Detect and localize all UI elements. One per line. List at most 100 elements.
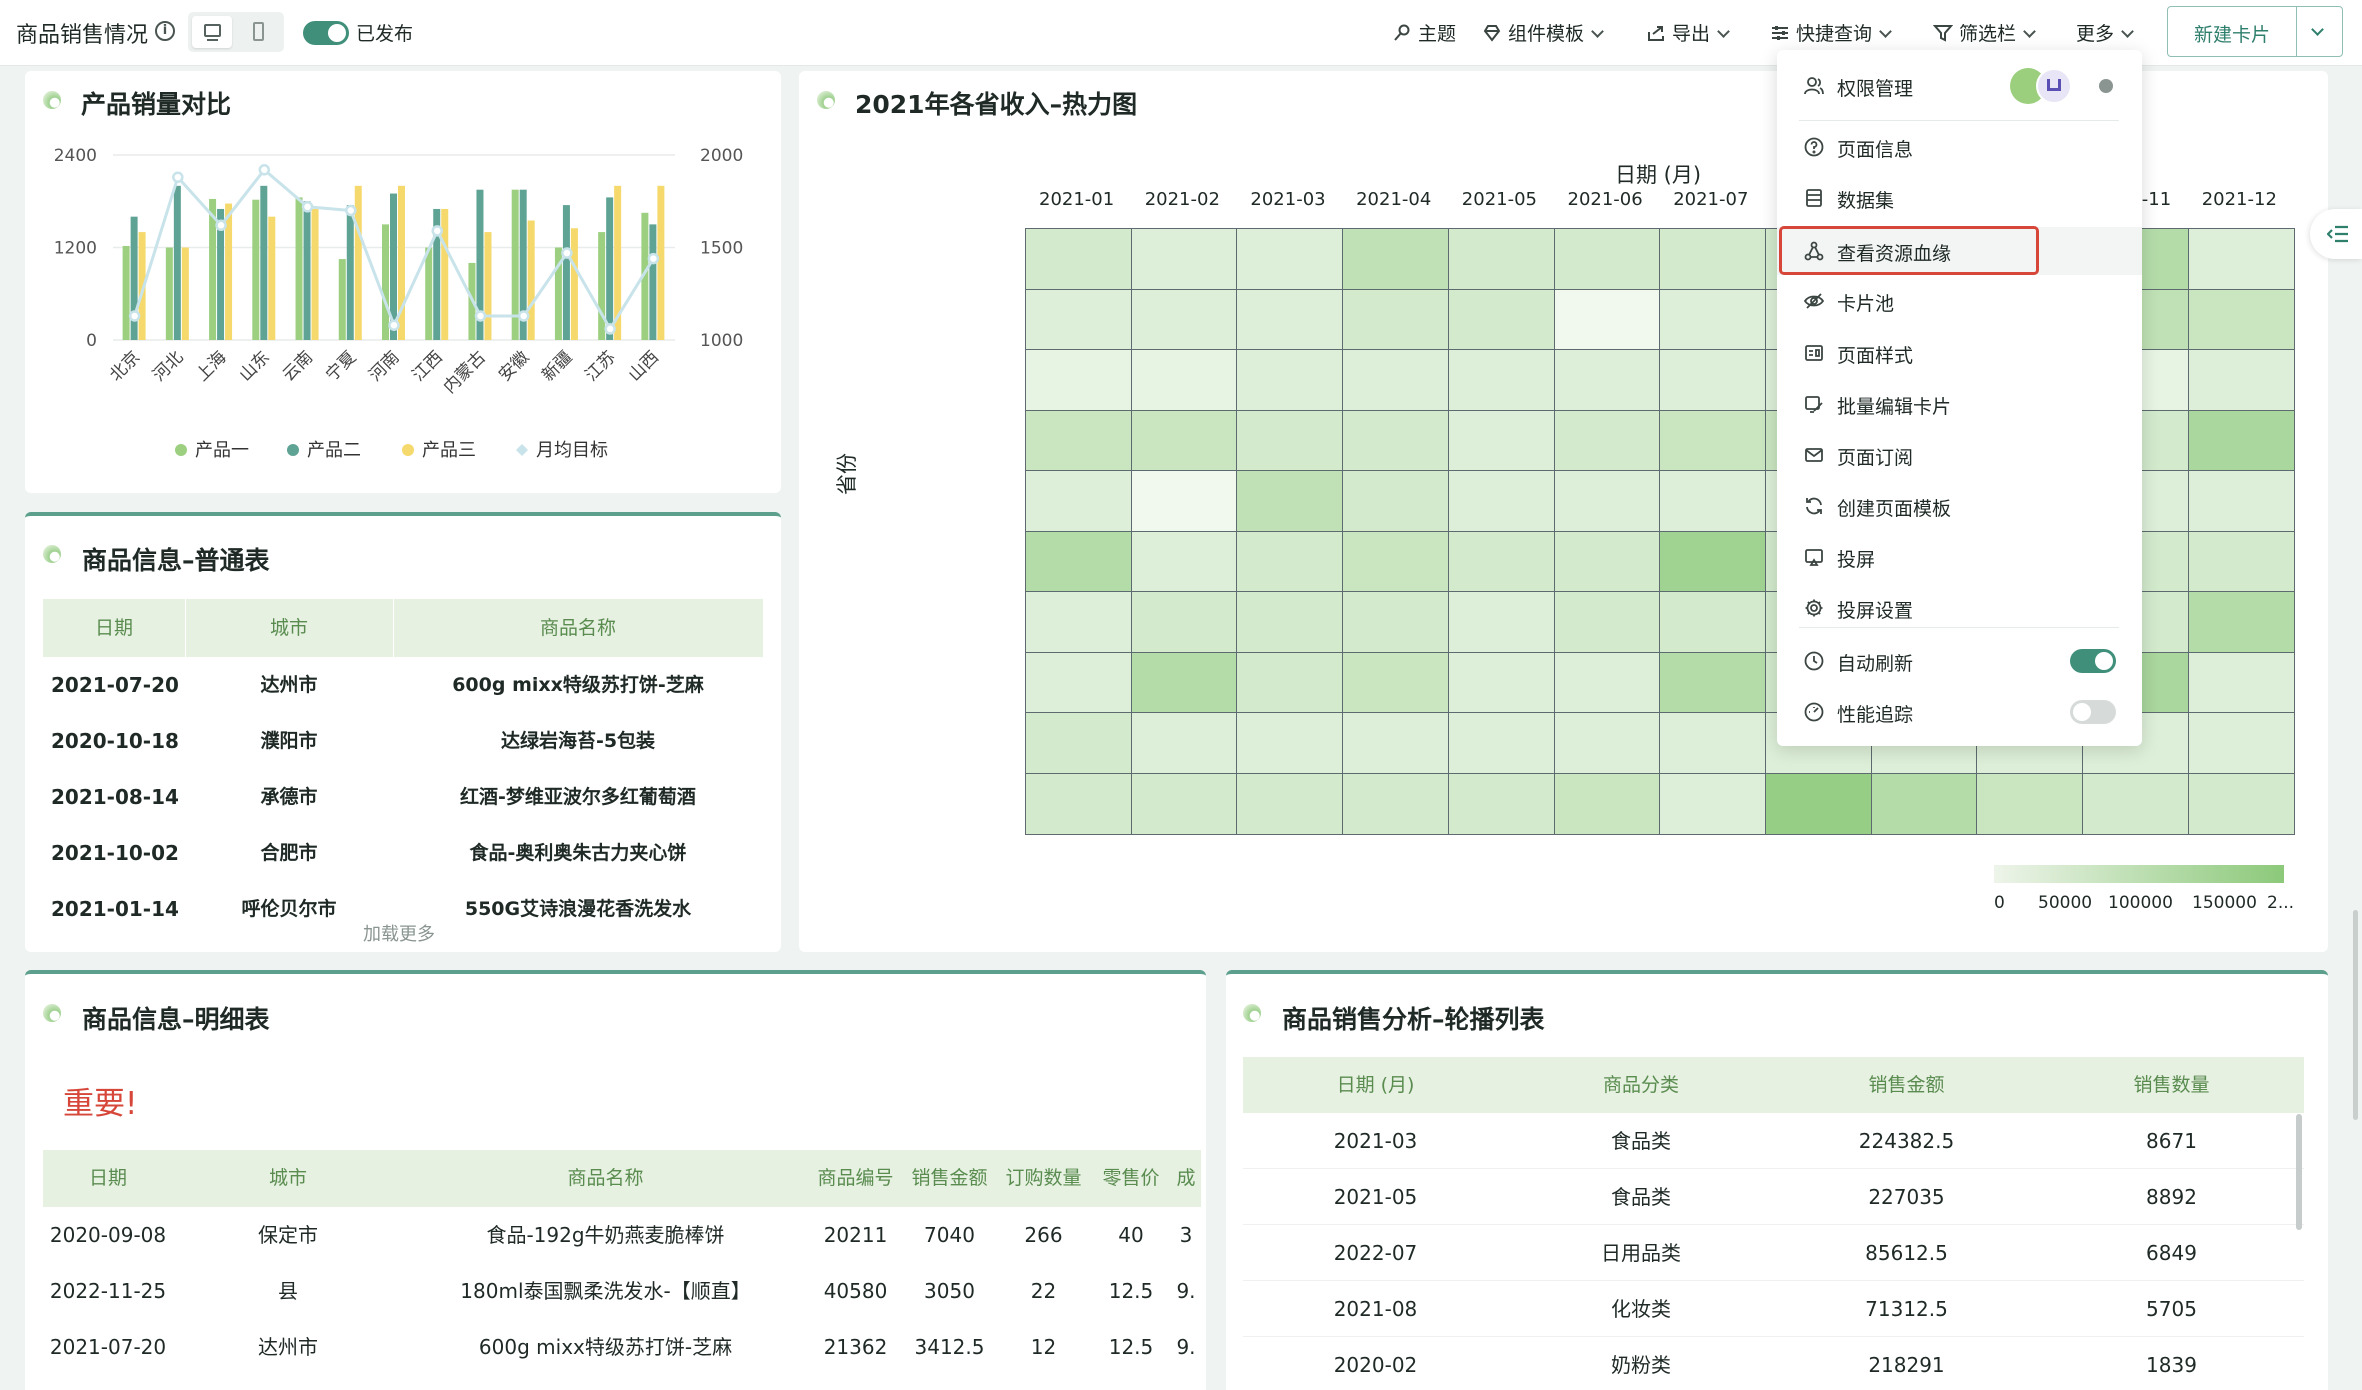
heatmap-cell[interactable] xyxy=(1025,773,1132,835)
menu-item-4[interactable]: 卡片池 xyxy=(1777,277,2142,325)
heatmap-cell[interactable] xyxy=(1025,289,1132,351)
heatmap-cell[interactable] xyxy=(1342,228,1449,290)
heatmap-cell[interactable] xyxy=(1236,410,1343,472)
menu-item-6[interactable]: 批量编辑卡片 xyxy=(1777,380,2142,428)
heatmap-cell[interactable] xyxy=(1448,591,1555,653)
bar-产品二[interactable] xyxy=(606,197,614,340)
heatmap-cell[interactable] xyxy=(1659,410,1766,472)
heatmap-cell[interactable] xyxy=(2188,470,2295,532)
info-icon[interactable]: i xyxy=(155,21,175,41)
line-point[interactable] xyxy=(604,323,616,335)
column-header[interactable]: 成 xyxy=(1171,1150,1201,1207)
column-header[interactable]: 商品名称 xyxy=(393,599,763,657)
menu-toggle[interactable] xyxy=(2070,649,2116,673)
bar-产品二[interactable] xyxy=(346,205,354,340)
bar-产品三[interactable] xyxy=(268,216,276,340)
heatmap-cell[interactable] xyxy=(1448,531,1555,593)
bar-产品三[interactable] xyxy=(527,220,535,340)
heatmap-cell[interactable] xyxy=(1342,773,1449,835)
heatmap-cell[interactable] xyxy=(1659,712,1766,774)
bar-产品一[interactable] xyxy=(338,259,346,340)
legend-label[interactable]: 产品一 xyxy=(195,440,249,461)
heatmap-cell[interactable] xyxy=(2188,773,2295,835)
heatmap-cell[interactable] xyxy=(1236,289,1343,351)
table-row[interactable]: 2020-10-18 濮阳市 达绿岩海苔-5包装 xyxy=(43,713,763,769)
heatmap-cell[interactable] xyxy=(1448,349,1555,411)
column-header[interactable]: 商品编号 xyxy=(808,1150,903,1207)
heatmap-cell[interactable] xyxy=(2188,591,2295,653)
line-point[interactable] xyxy=(128,310,141,322)
heatmap-cell[interactable] xyxy=(2188,289,2295,351)
heatmap-cell[interactable] xyxy=(1342,470,1449,532)
bar-产品一[interactable] xyxy=(165,247,173,341)
column-header[interactable]: 订购数量 xyxy=(996,1150,1091,1207)
menu-item-1[interactable]: 页面信息 xyxy=(1777,123,2142,171)
desktop-view-button[interactable] xyxy=(192,16,232,48)
bar-产品一[interactable] xyxy=(598,232,606,340)
heatmap-cell[interactable] xyxy=(1554,410,1661,472)
heatmap-cell[interactable] xyxy=(2188,712,2295,774)
heatmap-cell[interactable] xyxy=(1236,652,1343,714)
more-button[interactable]: 更多 xyxy=(2076,19,2134,46)
line-point[interactable] xyxy=(474,310,487,322)
heatmap-cell[interactable] xyxy=(1554,591,1661,653)
heatmap-cell[interactable] xyxy=(1342,591,1449,653)
menu-item-11[interactable]: 自动刷新 xyxy=(1777,637,2142,685)
heatmap-cell[interactable] xyxy=(1765,773,1872,835)
heatmap-cell[interactable] xyxy=(1131,712,1238,774)
heatmap-cell[interactable] xyxy=(1659,228,1766,290)
menu-item-8[interactable]: 创建页面模板 xyxy=(1777,482,2142,530)
filter-bar-button[interactable]: 筛选栏 xyxy=(1933,19,2036,46)
heatmap-cell[interactable] xyxy=(1025,591,1132,653)
column-header[interactable]: 销售金额 xyxy=(1774,1057,2039,1113)
heatmap-cell[interactable] xyxy=(1659,470,1766,532)
heatmap-cell[interactable] xyxy=(1554,531,1661,593)
page-scrollbar[interactable] xyxy=(2353,910,2358,1120)
bar-产品二[interactable] xyxy=(649,224,657,340)
column-header[interactable]: 商品分类 xyxy=(1508,1057,1774,1113)
legend-label[interactable]: 产品三 xyxy=(422,440,476,461)
heatmap-cell[interactable] xyxy=(1871,773,1978,835)
heatmap-cell[interactable] xyxy=(1236,349,1343,411)
heatmap-cell[interactable] xyxy=(2188,652,2295,714)
heatmap-cell[interactable] xyxy=(1448,289,1555,351)
bar-产品三[interactable] xyxy=(311,208,319,340)
menu-item-12[interactable]: 性能追踪 xyxy=(1777,688,2142,736)
table-row[interactable]: 2022-07 日用品类 85612.5 6849 xyxy=(1243,1225,2304,1281)
heatmap-cell[interactable] xyxy=(2188,410,2295,472)
heatmap-cell[interactable] xyxy=(1554,228,1661,290)
bar-产品三[interactable] xyxy=(484,232,492,340)
line-point[interactable] xyxy=(258,164,271,176)
bar-产品一[interactable] xyxy=(425,247,433,341)
heatmap-cell[interactable] xyxy=(1976,773,2083,835)
line-point[interactable] xyxy=(431,225,443,237)
heatmap-cell[interactable] xyxy=(2082,773,2189,835)
heatmap-cell[interactable] xyxy=(1131,531,1238,593)
heatmap-cell[interactable] xyxy=(1554,712,1661,774)
heatmap-cell[interactable] xyxy=(1554,349,1661,411)
heatmap-cell[interactable] xyxy=(1131,470,1238,532)
bar-产品三[interactable] xyxy=(570,228,578,340)
heatmap-cell[interactable] xyxy=(1025,712,1132,774)
publish-toggle[interactable] xyxy=(303,21,349,45)
table-row[interactable]: 2021-07-20 达州市 600g mixx特级苏打饼-芝麻 xyxy=(43,657,763,713)
heatmap-cell[interactable] xyxy=(2188,531,2295,593)
heatmap-cell[interactable] xyxy=(1448,410,1555,472)
bar-产品一[interactable] xyxy=(295,197,303,340)
heatmap-cell[interactable] xyxy=(1131,289,1238,351)
column-header[interactable]: 零售价 xyxy=(1091,1150,1171,1207)
column-header[interactable]: 城市 xyxy=(185,599,393,657)
table-row[interactable]: 2021-08-14 承德市 红酒-梦维亚波尔多红葡萄酒 xyxy=(43,769,763,825)
bar-产品一[interactable] xyxy=(382,224,389,340)
heatmap-cell[interactable] xyxy=(1659,289,1766,351)
line-point[interactable] xyxy=(561,247,573,259)
heatmap-cell[interactable] xyxy=(1236,712,1343,774)
heatmap-cell[interactable] xyxy=(2188,349,2295,411)
line-point[interactable] xyxy=(388,319,400,331)
heatmap-cell[interactable] xyxy=(1025,349,1132,411)
heatmap-cell[interactable] xyxy=(1342,652,1449,714)
heatmap-cell[interactable] xyxy=(1448,228,1555,290)
line-point[interactable] xyxy=(647,252,660,265)
heatmap-cell[interactable] xyxy=(1659,349,1766,411)
bar-产品二[interactable] xyxy=(260,185,268,340)
